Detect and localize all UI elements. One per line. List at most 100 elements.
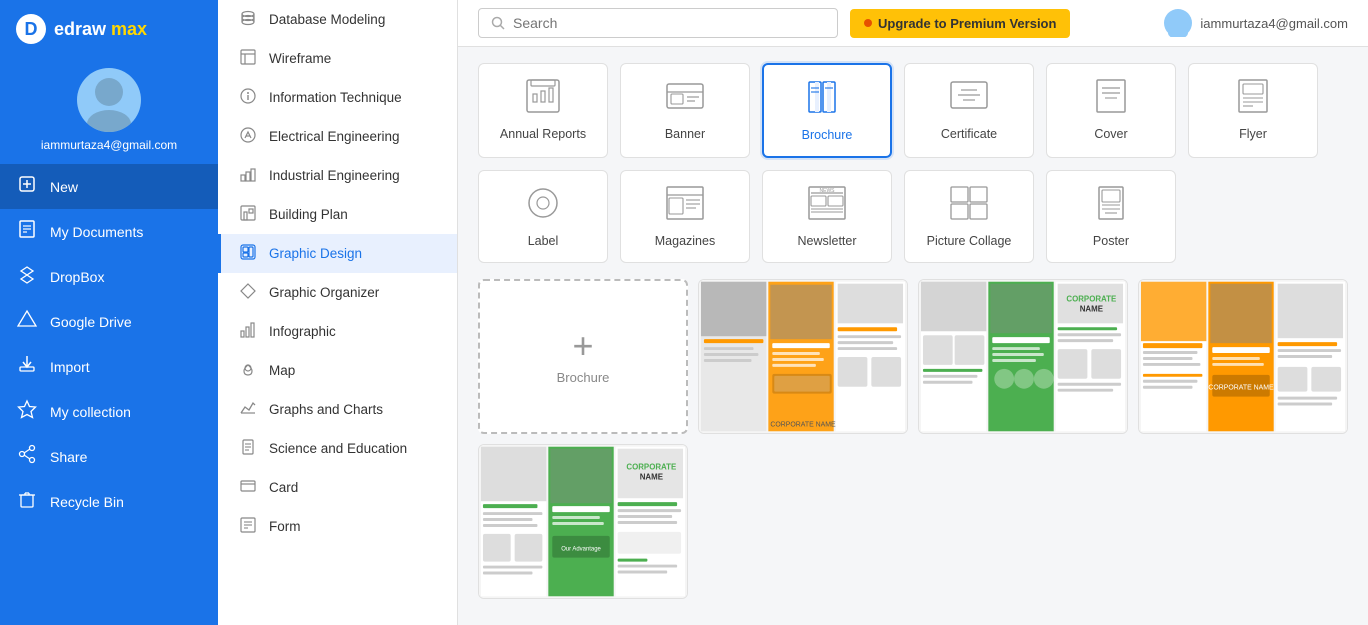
middle-item-label-science: Science and Education [269, 441, 407, 456]
svg-text:Our Advantage: Our Advantage [561, 547, 601, 553]
templates-section: + Brochure [458, 271, 1368, 615]
picture-collage-card-icon [947, 185, 991, 226]
middle-item-infographic[interactable]: Infographic [218, 312, 457, 351]
upgrade-button[interactable]: Upgrade to Premium Version [850, 9, 1070, 38]
upgrade-label: Upgrade to Premium Version [878, 16, 1056, 31]
template-preview-4: Our Advantage CORPORATE NAME [479, 444, 687, 599]
template-preview-2: CORPORATE NAME [919, 279, 1127, 434]
my-documents-icon [16, 219, 38, 244]
user-info-section: iammurtaza4@gmail.com [1164, 9, 1348, 37]
app-name: edraw max [54, 19, 147, 40]
category-card-certificate[interactable]: Certificate [904, 63, 1034, 158]
template-card-4[interactable]: Our Advantage CORPORATE NAME [478, 444, 688, 599]
magazines-label: Magazines [655, 234, 715, 248]
middle-item-label-graphic-design: Graphic Design [269, 246, 362, 261]
picture-collage-label: Picture Collage [927, 234, 1012, 248]
template-preview-3: CORPORATE NAME [1139, 279, 1347, 434]
new-template-label: Brochure [557, 370, 610, 385]
category-card-banner[interactable]: Banner [620, 63, 750, 158]
sidebar-item-my-collection[interactable]: My collection [0, 389, 218, 434]
sidebar-item-recycle-bin[interactable]: Recycle Bin [0, 479, 218, 524]
middle-item-form[interactable]: Form [218, 507, 457, 546]
category-card-flyer[interactable]: Flyer [1188, 63, 1318, 158]
middle-item-graphic-design[interactable]: Graphic Design [218, 234, 457, 273]
category-card-picture-collage[interactable]: Picture Collage [904, 170, 1034, 263]
cover-label: Cover [1094, 127, 1127, 141]
wireframe-icon [237, 48, 259, 69]
sidebar-item-my-documents[interactable]: My Documents [0, 209, 218, 254]
poster-card-icon [1089, 185, 1133, 226]
app-name-highlight: max [111, 19, 147, 39]
building-plan-icon [237, 204, 259, 225]
category-grid: Annual Reports Banner Brochure [478, 63, 1348, 263]
middle-item-card[interactable]: Card [218, 468, 457, 507]
label-card-icon [521, 185, 565, 226]
middle-item-information-technique[interactable]: Information Technique [218, 78, 457, 117]
middle-item-graphs-and-charts[interactable]: Graphs and Charts [218, 390, 457, 429]
middle-item-database-modeling[interactable]: Database Modeling [218, 0, 457, 39]
recycle-bin-icon [16, 489, 38, 514]
template-card-2[interactable]: CORPORATE NAME [918, 279, 1128, 434]
sidebar-item-google-drive[interactable]: Google Drive [0, 299, 218, 344]
category-card-annual-reports[interactable]: Annual Reports [478, 63, 608, 158]
map-icon [237, 360, 259, 381]
logo-icon: D [16, 14, 46, 44]
banner-card-icon [663, 78, 707, 119]
category-card-label-item[interactable]: Label [478, 170, 608, 263]
user-email: iammurtaza4@gmail.com [31, 132, 187, 152]
category-card-brochure[interactable]: Brochure [762, 63, 892, 158]
new-icon [16, 174, 38, 199]
search-input[interactable] [513, 15, 825, 31]
avatar [77, 68, 141, 132]
middle-item-graphic-organizer[interactable]: Graphic Organizer [218, 273, 457, 312]
sidebar-item-label-import: Import [50, 359, 90, 375]
science-and-education-icon [237, 438, 259, 459]
search-box[interactable] [478, 8, 838, 38]
infographic-icon [237, 321, 259, 342]
sidebar-item-label-new: New [50, 179, 78, 195]
middle-item-electrical-engineering[interactable]: Electrical Engineering [218, 117, 457, 156]
middle-item-label-card: Card [269, 480, 298, 495]
sidebar-nav: New My Documents DropBox Google Drive Im… [0, 164, 218, 524]
middle-item-map[interactable]: Map [218, 351, 457, 390]
template-card-3[interactable]: CORPORATE NAME [1138, 279, 1348, 434]
topbar-avatar [1164, 9, 1192, 37]
sidebar-item-import[interactable]: Import [0, 344, 218, 389]
category-card-newsletter[interactable]: NEWS Newsletter [762, 170, 892, 263]
user-avatar-section: iammurtaza4@gmail.com [0, 58, 218, 160]
search-icon [491, 16, 505, 30]
sidebar-item-label-dropbox: DropBox [50, 269, 104, 285]
middle-item-label-industrial: Industrial Engineering [269, 168, 400, 183]
industrial-engineering-icon [237, 165, 259, 186]
category-card-magazines[interactable]: Magazines [620, 170, 750, 263]
cover-card-icon [1089, 78, 1133, 119]
magazines-card-icon [663, 185, 707, 226]
graphic-design-icon [237, 243, 259, 264]
middle-item-label-graphic-organizer: Graphic Organizer [269, 285, 379, 300]
templates-grid: + Brochure [478, 279, 1348, 599]
brochure-card-icon [805, 79, 849, 120]
topbar-user-email: iammurtaza4@gmail.com [1200, 16, 1348, 31]
certificate-label: Certificate [941, 127, 997, 141]
middle-item-wireframe[interactable]: Wireframe [218, 39, 457, 78]
middle-item-label-wireframe: Wireframe [269, 51, 331, 66]
label-item-label: Label [528, 234, 559, 248]
middle-item-label-info-tech: Information Technique [269, 90, 402, 105]
middle-item-label-database: Database Modeling [269, 12, 385, 27]
newsletter-label: Newsletter [797, 234, 856, 248]
svg-text:CORPORATE NAME: CORPORATE NAME [1208, 385, 1274, 392]
sidebar: D edraw max iammurtaza4@gmail.com New My… [0, 0, 218, 625]
sidebar-item-dropbox[interactable]: DropBox [0, 254, 218, 299]
sidebar-item-new[interactable]: New [0, 164, 218, 209]
new-template-card[interactable]: + Brochure [478, 279, 688, 434]
middle-item-science-and-education[interactable]: Science and Education [218, 429, 457, 468]
category-card-cover[interactable]: Cover [1046, 63, 1176, 158]
sidebar-item-label-docs: My Documents [50, 224, 143, 240]
sidebar-item-share[interactable]: Share [0, 434, 218, 479]
middle-item-building-plan[interactable]: Building Plan [218, 195, 457, 234]
template-card-1[interactable]: CORPORATE NAME [698, 279, 908, 434]
middle-item-industrial-engineering[interactable]: Industrial Engineering [218, 156, 457, 195]
topbar: Upgrade to Premium Version iammurtaza4@g… [458, 0, 1368, 47]
category-card-poster[interactable]: Poster [1046, 170, 1176, 263]
svg-text:CORPORATE: CORPORATE [626, 463, 676, 472]
